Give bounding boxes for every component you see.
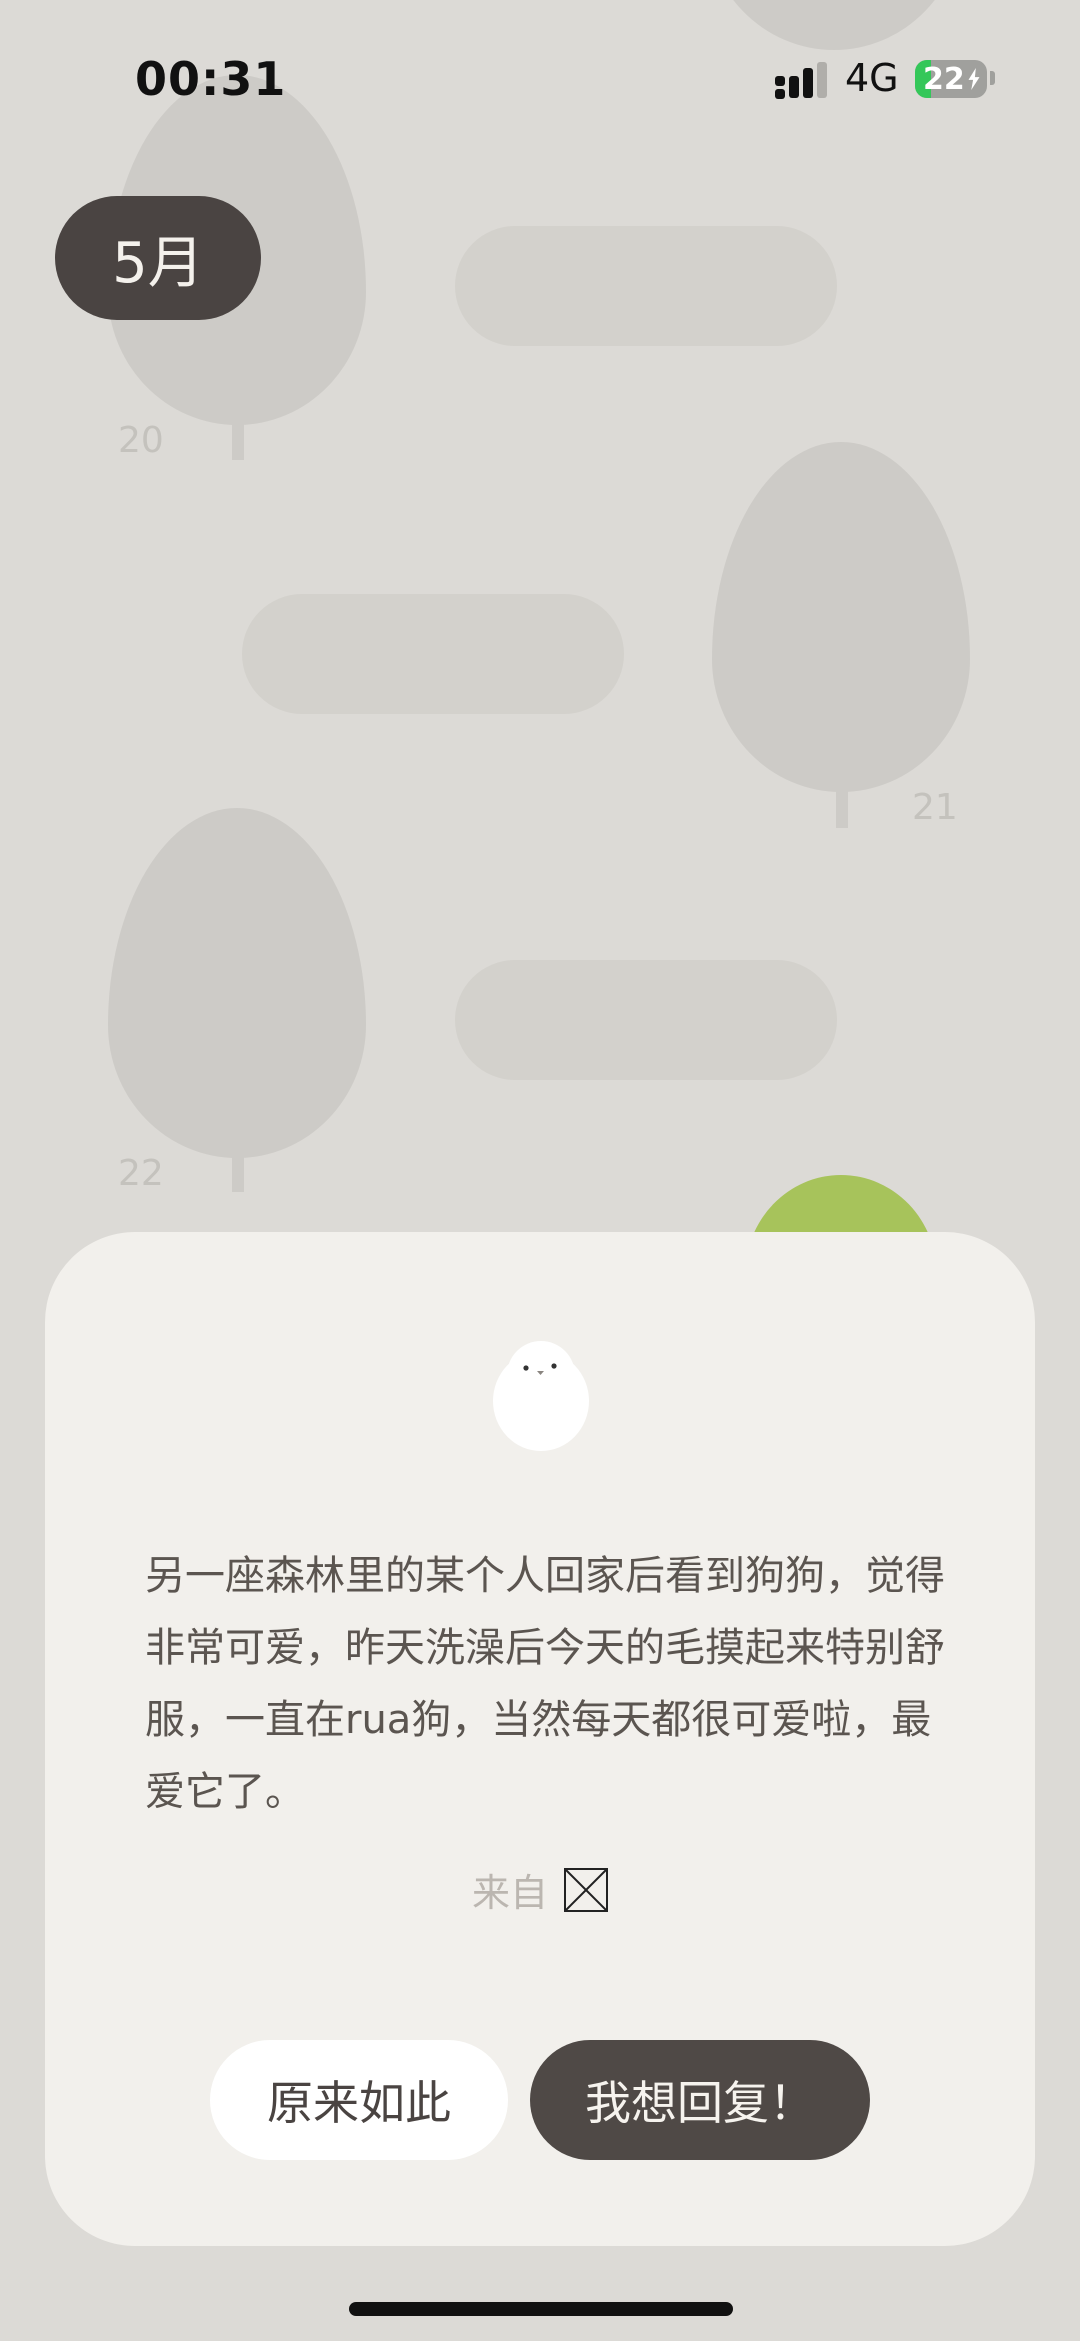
reply-button[interactable]: 我想回复！ <box>530 2040 870 2160</box>
day-label-21: 21 <box>912 787 958 828</box>
cellular-signal-icon <box>775 62 827 99</box>
from-label: 来自 <box>471 1871 548 1915</box>
white-bird-icon <box>493 1341 589 1451</box>
tree-trunk <box>232 1152 244 1192</box>
day-label-20: 20 <box>118 420 164 461</box>
blank-entry-pill <box>242 594 624 714</box>
status-bar: 00:31 4G 22 <box>0 0 1080 160</box>
battery-percent: 22 <box>923 62 965 97</box>
message-source: 来自 <box>0 1862 1080 1917</box>
month-label: 5月 <box>112 230 204 296</box>
bolt-icon <box>968 68 980 90</box>
tree-crown <box>712 442 970 792</box>
blank-entry-pill <box>455 960 837 1080</box>
tree-trunk <box>232 420 244 460</box>
battery-cap <box>990 71 995 85</box>
blank-entry-pill <box>455 226 837 346</box>
battery-icon: 22 <box>915 60 987 98</box>
tree-trunk <box>836 788 848 828</box>
status-time: 00:31 <box>135 52 287 106</box>
month-button[interactable]: 5月 <box>55 196 261 320</box>
missing-image-icon <box>564 1867 609 1912</box>
message-text: 另一座森林里的某个人回家后看到狗狗，觉得非常可爱，昨天洗澡后今天的毛摸起来特别舒… <box>145 1553 945 1815</box>
network-type: 4G <box>845 56 899 100</box>
day-label-22: 22 <box>118 1153 164 1194</box>
acknowledge-button[interactable]: 原来如此 <box>210 2040 508 2160</box>
tree-crown <box>108 808 366 1158</box>
home-indicator[interactable] <box>349 2302 733 2316</box>
